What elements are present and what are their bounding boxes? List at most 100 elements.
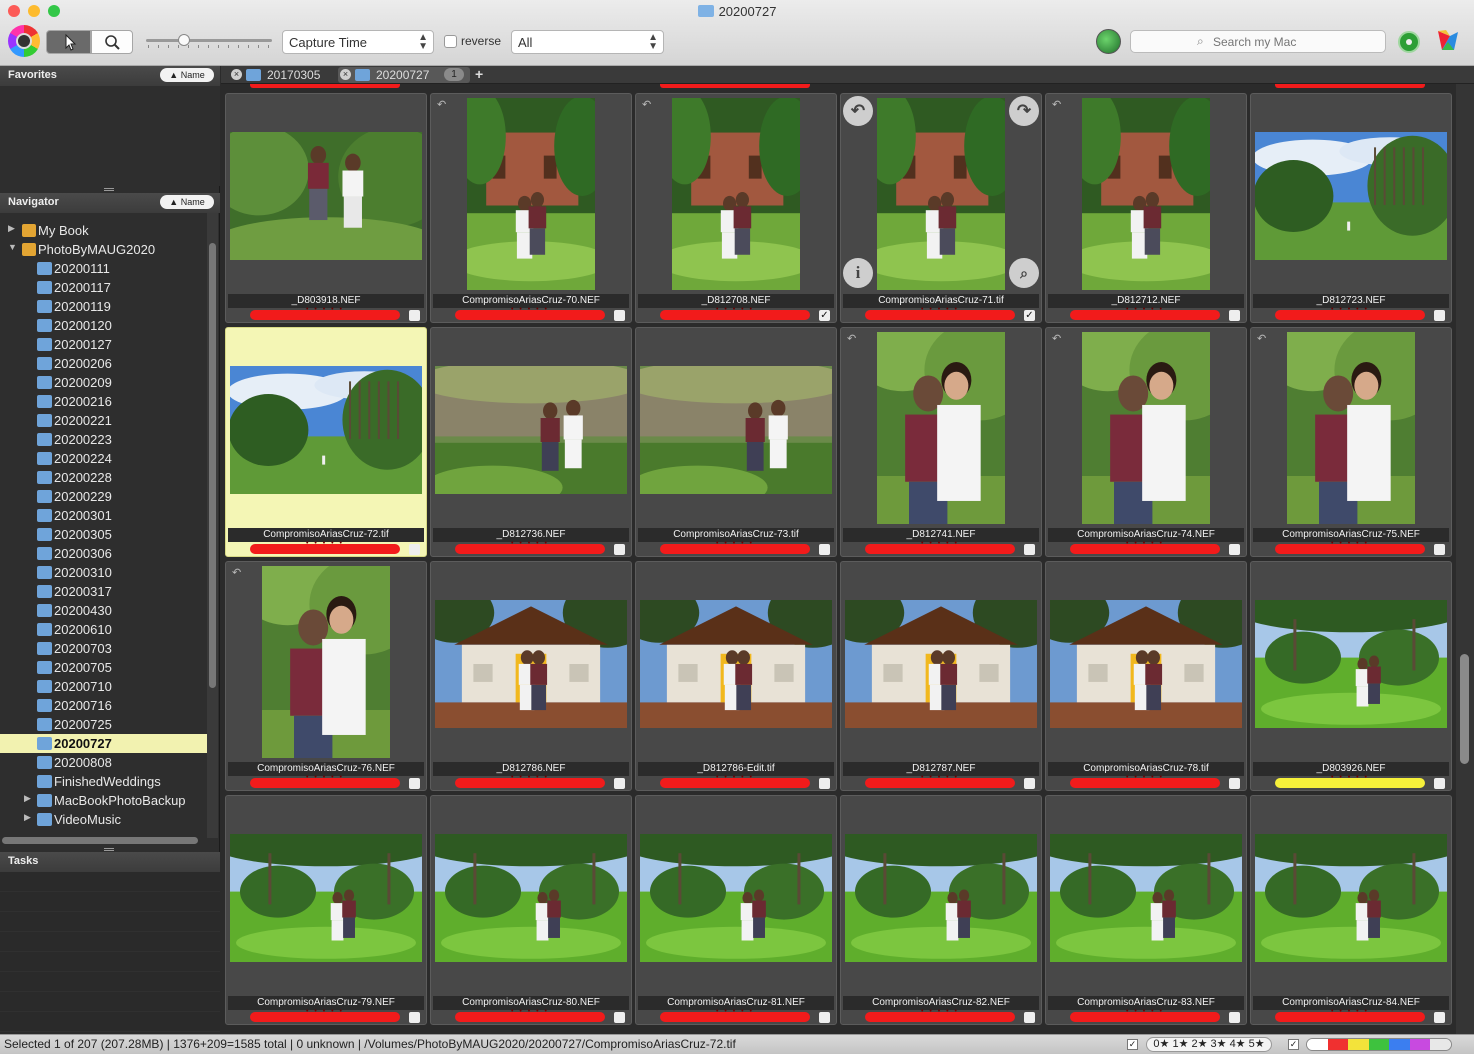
- thumbnail-cell[interactable]: ↶_D812708.NEF✓: [635, 93, 837, 323]
- color-class-rating-bar[interactable]: [250, 774, 400, 788]
- thumbnail-cell[interactable]: _D812723.NEF: [1250, 93, 1452, 323]
- tag-checkbox[interactable]: [1434, 1012, 1445, 1023]
- disclosure-triangle-icon[interactable]: ▶: [24, 793, 31, 804]
- photo-thumbnail[interactable]: [1287, 332, 1415, 524]
- spotlight-status-icon[interactable]: [1398, 31, 1420, 53]
- folder-tab[interactable]: × 20170305: [229, 67, 333, 83]
- color-class-swatch[interactable]: [1348, 1039, 1369, 1050]
- tag-checkbox[interactable]: [1434, 778, 1445, 789]
- navigator-item[interactable]: FinishedWeddings: [0, 772, 207, 791]
- navigator-item[interactable]: 20200117: [0, 278, 207, 297]
- tag-checkbox[interactable]: [1024, 778, 1035, 789]
- color-class-rating-bar[interactable]: [1275, 306, 1425, 320]
- disclosure-triangle-icon[interactable]: ▼: [8, 242, 17, 252]
- thumbnail-cell[interactable]: _D812786.NEF: [430, 561, 632, 791]
- photo-thumbnail[interactable]: [640, 834, 832, 962]
- tag-checkbox[interactable]: [819, 1012, 830, 1023]
- color-class-rating-bar[interactable]: [1275, 1008, 1425, 1022]
- navigator-item[interactable]: 20200111: [0, 259, 207, 278]
- photo-thumbnail[interactable]: [1255, 600, 1447, 728]
- navigator-sort-button[interactable]: ▲ Name: [160, 195, 214, 209]
- thumbnail-cell[interactable]: ↶↷i⌕CompromisoAriasCruz-71.tif✓: [840, 93, 1042, 323]
- thumbnail-cell[interactable]: _D803926.NEF: [1250, 561, 1452, 791]
- thumbnail-size-slider[interactable]: [146, 34, 272, 48]
- tag-checkbox[interactable]: [819, 544, 830, 555]
- globe-icon[interactable]: [1096, 29, 1121, 54]
- navigator-item[interactable]: 20200430: [0, 601, 207, 620]
- thumbnail-cell[interactable]: CompromisoAriasCruz-72.tif: [225, 327, 427, 557]
- navigator-item[interactable]: 20200727: [0, 734, 207, 753]
- photo-thumbnail[interactable]: [435, 834, 627, 962]
- navigator-item[interactable]: 20200228: [0, 468, 207, 487]
- tag-checkbox[interactable]: [409, 1012, 420, 1023]
- color-class-rating-bar[interactable]: [865, 306, 1015, 320]
- navigator-item[interactable]: 20200221: [0, 411, 207, 430]
- tag-checkbox[interactable]: [1024, 544, 1035, 555]
- color-class-rating-bar[interactable]: [660, 1008, 810, 1022]
- color-class-swatch[interactable]: [1307, 1039, 1328, 1050]
- navigator-item[interactable]: 20200206: [0, 354, 207, 373]
- navigator-item[interactable]: 20200224: [0, 449, 207, 468]
- star-filter-checkbox[interactable]: ✓: [1127, 1039, 1138, 1050]
- photo-thumbnail[interactable]: [1255, 132, 1447, 260]
- thumbnail-cell[interactable]: _D812736.NEF: [430, 327, 632, 557]
- close-tab-icon[interactable]: ×: [340, 69, 351, 80]
- navigator-item[interactable]: 20200716: [0, 696, 207, 715]
- thumbnail-cell[interactable]: _D812787.NEF: [840, 561, 1042, 791]
- navigator-item[interactable]: 20200301: [0, 506, 207, 525]
- rotate-left-icon[interactable]: ↶: [843, 96, 873, 126]
- navigator-item[interactable]: 20200808: [0, 753, 207, 772]
- color-class-rating-bar[interactable]: [865, 540, 1015, 554]
- color-class-rating-bar[interactable]: [250, 306, 400, 320]
- color-class-rating-bar[interactable]: [1070, 774, 1220, 788]
- thumbnail-cell[interactable]: CompromisoAriasCruz-80.NEF: [430, 795, 632, 1025]
- tag-checkbox[interactable]: [409, 310, 420, 321]
- thumbnail-cell[interactable]: ↶ CompromisoAriasCruz-75.NEF: [1250, 327, 1452, 557]
- tag-checkbox[interactable]: [409, 544, 420, 555]
- close-tab-icon[interactable]: ×: [231, 69, 242, 80]
- thumbnail-cell[interactable]: ↶ _D812712.NEF: [1045, 93, 1247, 323]
- splitter-handle[interactable]: [104, 848, 114, 851]
- thumbnail-cell[interactable]: CompromisoAriasCruz-82.NEF: [840, 795, 1042, 1025]
- search-field[interactable]: ⌕: [1130, 30, 1386, 53]
- photo-thumbnail[interactable]: [1050, 834, 1242, 962]
- navigator-item[interactable]: 20200310: [0, 563, 207, 582]
- thumbnail-cell[interactable]: _D803918.NEF: [225, 93, 427, 323]
- splitter-handle[interactable]: [104, 188, 114, 191]
- navigator-item[interactable]: 20200306: [0, 544, 207, 563]
- color-class-swatch[interactable]: [1389, 1039, 1410, 1050]
- color-class-rating-bar[interactable]: [455, 774, 605, 788]
- tag-checkbox[interactable]: [614, 1012, 625, 1023]
- disclosure-triangle-icon[interactable]: ▶: [8, 223, 15, 234]
- color-class-rating-bar[interactable]: [660, 540, 810, 554]
- app-logo-icon[interactable]: [8, 25, 40, 57]
- photo-thumbnail[interactable]: [640, 600, 832, 728]
- navigator-item[interactable]: 20200120: [0, 316, 207, 335]
- tag-checkbox[interactable]: [1434, 310, 1445, 321]
- star-filter-pill[interactable]: 0★ 1★ 2★ 3★ 4★ 5★: [1146, 1037, 1272, 1052]
- search-input[interactable]: [1213, 34, 1373, 50]
- navigator-item[interactable]: 20200216: [0, 392, 207, 411]
- thumbnail-cell[interactable]: CompromisoAriasCruz-84.NEF: [1250, 795, 1452, 1025]
- info-icon[interactable]: i: [843, 258, 873, 288]
- add-tab-button[interactable]: +: [475, 66, 483, 82]
- magnifier-icon[interactable]: ⌕: [1009, 258, 1039, 288]
- navigator-item[interactable]: 20200703: [0, 639, 207, 658]
- rotate-right-icon[interactable]: ↷: [1009, 96, 1039, 126]
- tag-checkbox[interactable]: ✓: [1024, 310, 1035, 321]
- photo-thumbnail[interactable]: [230, 834, 422, 962]
- navigator-item[interactable]: 20200229: [0, 487, 207, 506]
- navigator-item[interactable]: ▶ VideoMusic: [0, 810, 207, 829]
- color-class-rating-bar[interactable]: [865, 774, 1015, 788]
- tag-checkbox[interactable]: [614, 778, 625, 789]
- photo-thumbnail[interactable]: [672, 98, 800, 290]
- color-class-rating-bar[interactable]: [1070, 1008, 1220, 1022]
- tag-checkbox[interactable]: [614, 544, 625, 555]
- navigator-item[interactable]: 20200610: [0, 620, 207, 639]
- photo-thumbnail[interactable]: [877, 332, 1005, 524]
- color-filter-checkbox[interactable]: ✓: [1288, 1039, 1299, 1050]
- color-class-rating-bar[interactable]: [455, 306, 605, 320]
- photo-thumbnail[interactable]: [845, 834, 1037, 962]
- color-class-rating-bar[interactable]: [250, 1008, 400, 1022]
- photo-thumbnail[interactable]: [435, 366, 627, 494]
